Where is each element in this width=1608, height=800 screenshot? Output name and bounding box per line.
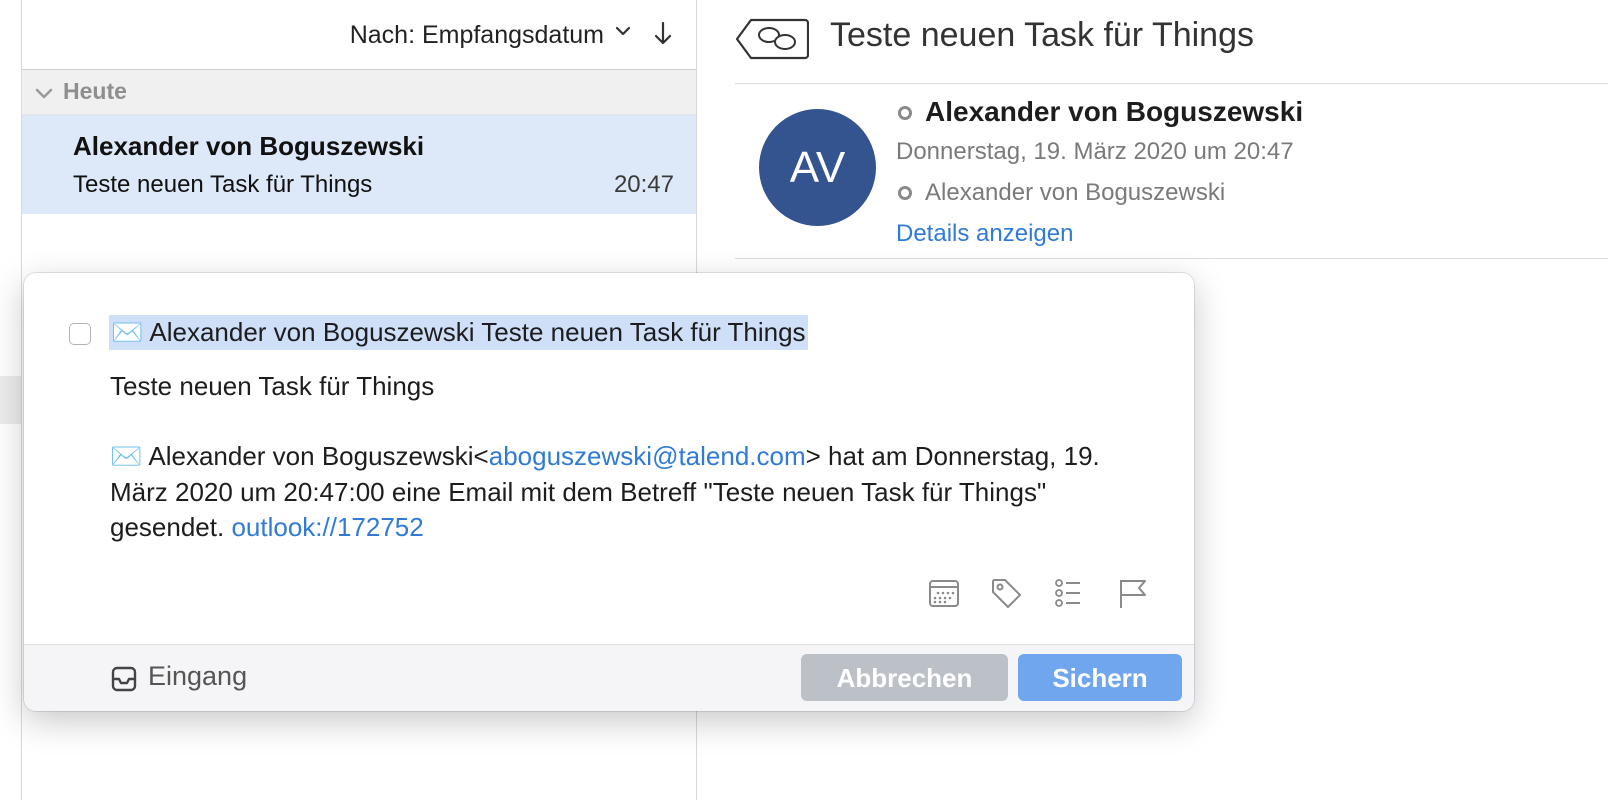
conversation-tag-icon[interactable] [735, 18, 809, 60]
divider [735, 258, 1608, 259]
envelope-icon: ✉️ [110, 442, 143, 472]
message-subject: Teste neuen Task für Things [73, 171, 373, 198]
presence-status-icon [898, 186, 912, 200]
save-button[interactable]: Sichern [1018, 654, 1182, 701]
left-edge-strip [0, 376, 21, 424]
checklist-icon[interactable] [1051, 576, 1085, 610]
popup-footer: Eingang Abbrechen Sichern [24, 644, 1194, 711]
email-subject: Teste neuen Task für Things [830, 16, 1255, 54]
task-notes-field[interactable]: Teste neuen Task für Things ✉️ Alexander … [110, 369, 1150, 580]
group-label: Heute [63, 78, 127, 104]
email-date: Donnerstag, 19. März 2020 um 20:47 [896, 138, 1294, 165]
chevron-down-icon[interactable] [33, 82, 55, 104]
task-title-text: Alexander von Boguszewski Teste neuen Ta… [149, 317, 806, 347]
group-header-today[interactable]: Heute [22, 70, 696, 115]
calendar-icon[interactable] [927, 576, 961, 610]
sort-bar: Nach: Empfangsdatum [22, 0, 696, 70]
message-sender: Alexander von Boguszewski [73, 131, 425, 161]
tag-icon[interactable] [989, 576, 1023, 610]
message-time: 20:47 [613, 171, 674, 198]
note-body: ✉️ Alexander von Boguszewski<aboguszewski… [110, 439, 1150, 545]
cancel-button[interactable]: Abbrechen [801, 654, 1008, 701]
message-list-item[interactable]: Alexander von Boguszewski Teste neuen Ta… [22, 115, 696, 214]
chevron-down-icon[interactable] [612, 20, 634, 42]
envelope-icon: ✉️ [111, 318, 144, 348]
note-first-line: Teste neuen Task für Things [110, 371, 435, 401]
flag-icon[interactable] [1115, 576, 1149, 610]
inbox-icon[interactable] [111, 666, 137, 692]
task-title-input[interactable]: ✉️ Alexander von Boguszewski Teste neuen … [109, 315, 808, 350]
list-picker[interactable]: Eingang [148, 661, 247, 692]
sort-dropdown[interactable]: Nach: Empfangsdatum [350, 21, 604, 50]
note-sender: Alexander von Boguszewski< [148, 441, 489, 471]
recipient-name[interactable]: Alexander von Boguszewski [925, 179, 1225, 207]
sort-direction-icon[interactable] [652, 20, 674, 48]
presence-status-icon [898, 106, 912, 120]
sender-name[interactable]: Alexander von Boguszewski [925, 96, 1303, 128]
show-details-link[interactable]: Details anzeigen [896, 220, 1073, 248]
divider [735, 83, 1608, 84]
email-link[interactable]: aboguszewski@talend.com [489, 441, 806, 471]
task-checkbox[interactable] [69, 323, 91, 345]
quick-entry-popup: ✉️ Alexander von Boguszewski Teste neuen … [24, 273, 1194, 711]
avatar: AV [759, 109, 876, 226]
outlook-link[interactable]: outlook://172752 [231, 512, 423, 542]
